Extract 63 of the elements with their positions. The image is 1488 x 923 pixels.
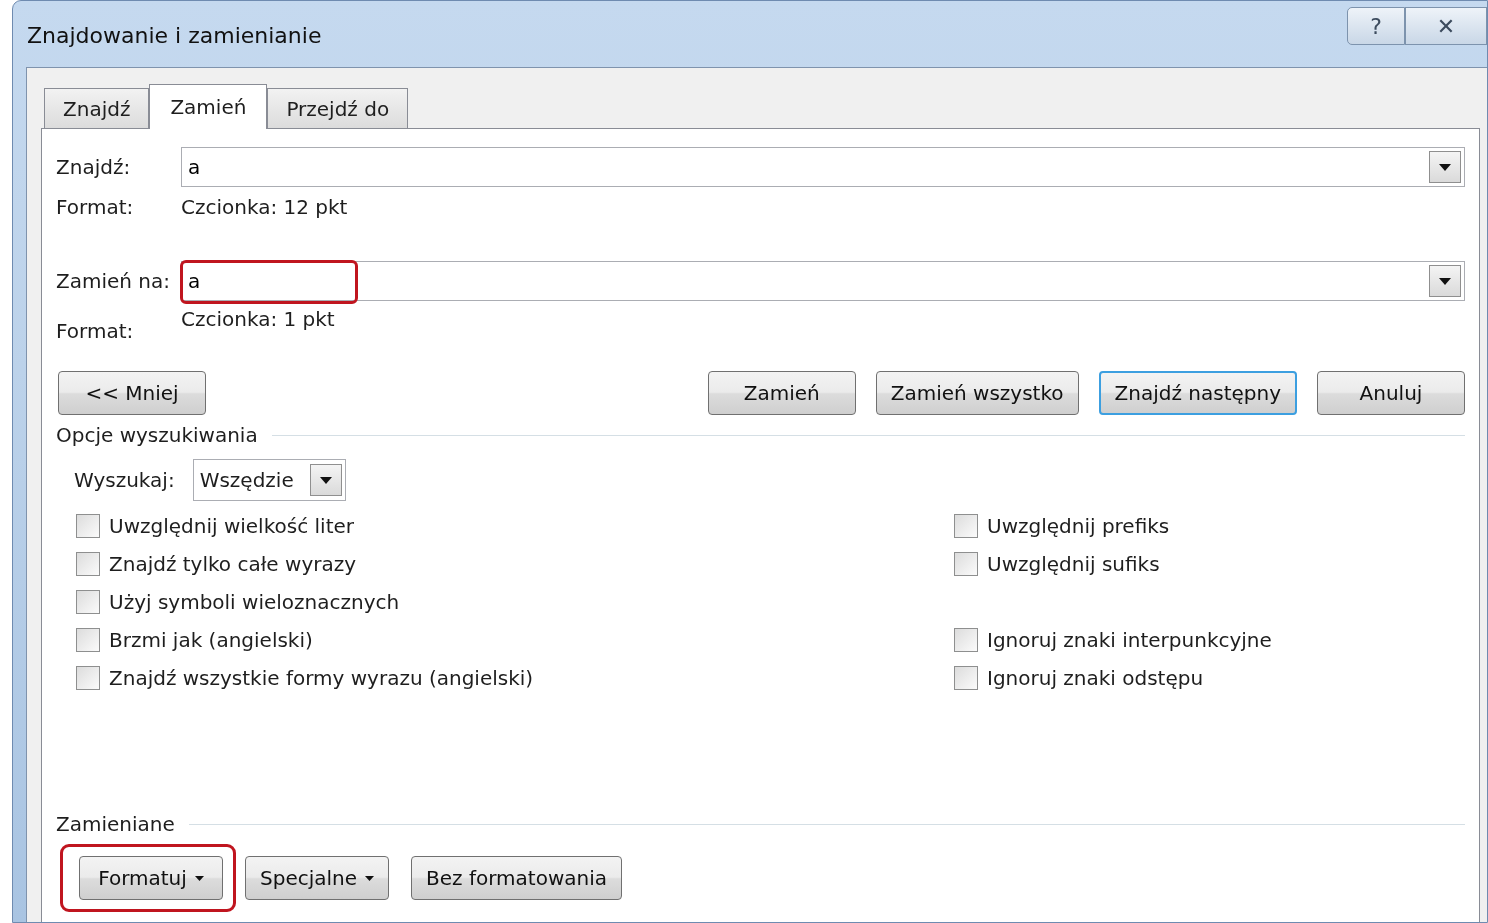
dropdown-button[interactable] [1429,265,1461,297]
format-value: Czcionka: 1 pkt [181,307,335,331]
caret-icon [319,476,332,484]
tab[interactable]: Znajdź [44,88,150,128]
field-value: a [187,269,202,293]
caret-icon [365,875,375,881]
option-label: Ignoruj znaki interpunkcyjne [987,628,1272,652]
option-label: Uwzględnij sufiks [987,552,1160,576]
option-label: Brzmi jak (angielski) [109,628,313,652]
format-menu-button[interactable]: Bez formatowania [411,856,622,900]
checkbox[interactable] [954,628,978,652]
tab[interactable]: Zamień [149,84,268,129]
section-title: Opcje wyszukiwania [56,423,258,447]
format-value: Czcionka: 12 pkt [181,195,348,219]
checkbox-option[interactable]: Uwzględnij sufiks [954,545,1272,583]
checkbox-option[interactable]: Uwzględnij wielkość liter [76,507,954,545]
checkbox[interactable] [76,514,100,538]
search-select[interactable]: Wszędzie [192,459,346,501]
field-label: Znajdź: [56,155,132,179]
dropdown-button[interactable] [309,464,342,496]
checkbox[interactable] [954,514,978,538]
action-button[interactable]: Znajdź następny [1098,371,1297,415]
checkbox[interactable] [954,666,978,690]
window-title: Znajdowanie i zamienianie [27,23,323,48]
option-label: Uwzględnij prefiks [987,514,1170,538]
combo-field[interactable]: a [181,147,1465,187]
checkbox-option[interactable]: Ignoruj znaki interpunkcyjne [954,621,1272,659]
section-title: Zamieniane [56,812,175,836]
action-button[interactable]: Zamień [707,371,856,415]
checkbox-option[interactable]: Użyj symboli wieloznacznych [76,583,954,621]
format-label: Format: [56,319,135,343]
checkbox[interactable] [76,628,100,652]
field-value: a [187,155,202,179]
checkbox-option[interactable]: Uwzględnij prefiks [954,507,1272,545]
caret-icon [1439,163,1451,171]
option-label: Użyj symboli wieloznacznych [109,590,400,614]
option-label: Znajdź tylko całe wyrazy [109,552,357,576]
option-label: Znajdź wszystkie formy wyrazu (angielski) [109,666,534,690]
format-label: Format: [56,195,135,219]
help-button[interactable]: ? [1347,7,1405,45]
less-button[interactable]: << Mniej [58,371,206,415]
dropdown-button[interactable] [1429,151,1461,183]
checkbox[interactable] [76,666,100,690]
checkbox-option[interactable]: Brzmi jak (angielski) [76,621,954,659]
action-button[interactable]: Zamień wszystko [875,371,1079,415]
checkbox[interactable] [76,552,100,576]
action-button[interactable]: Anuluj [1317,371,1465,415]
option-label: Uwzględnij wielkość liter [109,514,355,538]
caret-icon [194,875,204,881]
tab[interactable]: Przejdź do [267,88,409,128]
checkbox-option[interactable]: Ignoruj znaki odstępu [954,659,1272,697]
field-label: Zamień na: [56,269,171,293]
checkbox[interactable] [954,552,978,576]
checkbox-option[interactable]: Znajdź wszystkie formy wyrazu (angielski) [76,659,954,697]
caret-icon [1439,277,1451,285]
search-label: Wyszukaj: [74,468,175,492]
combo-field[interactable]: a [181,261,1465,301]
option-label: Ignoruj znaki odstępu [987,666,1204,690]
format-menu-button[interactable]: Formatuj [79,856,223,900]
format-menu-button[interactable]: Specjalne [245,856,390,900]
checkbox-option[interactable]: Znajdź tylko całe wyrazy [76,545,954,583]
close-button[interactable]: ✕ [1405,7,1487,45]
checkbox[interactable] [76,590,100,614]
